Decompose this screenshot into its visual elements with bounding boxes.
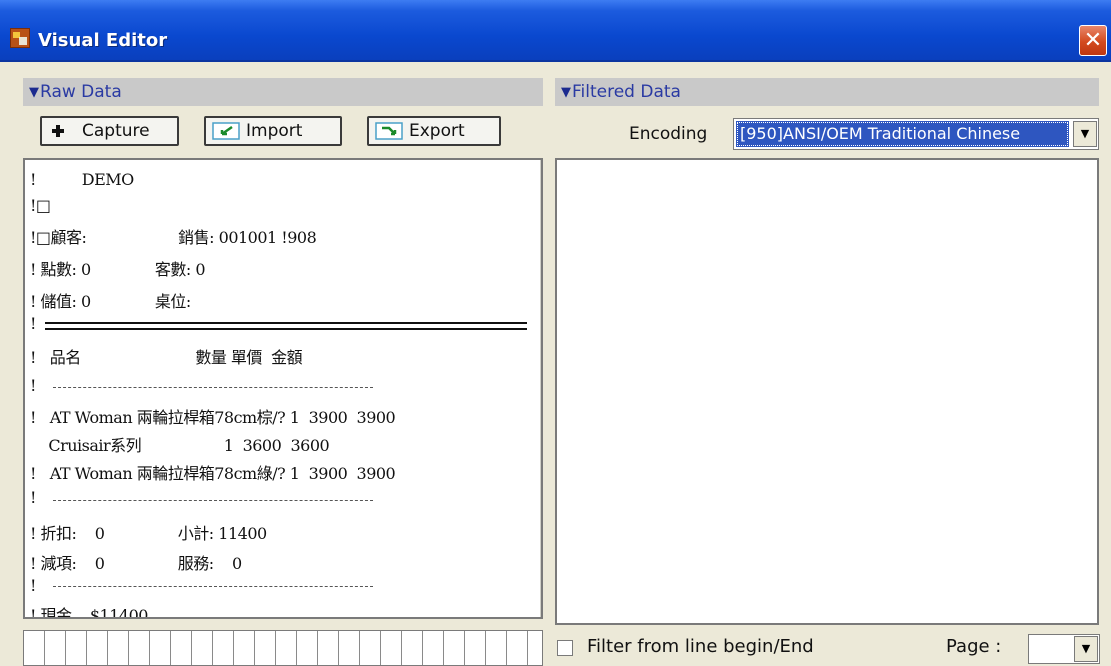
export-button[interactable]: Export <box>367 116 501 146</box>
filtered-data-textarea[interactable] <box>555 158 1099 625</box>
import-arrow-icon <box>212 122 240 140</box>
page-label: Page : <box>946 636 1002 657</box>
collapse-arrow-icon: ▼ <box>561 85 571 100</box>
double-rule-top <box>45 322 527 324</box>
filtered-data-title: Filtered Data <box>572 82 681 102</box>
filtered-data-header[interactable]: ▼Filtered Data <box>555 78 1099 106</box>
raw-line-item: ! AT Woman 兩輪拉桿箱78cm棕/? 1 3900 3900 <box>30 408 396 427</box>
raw-line-demo: ! DEMO <box>30 170 134 189</box>
raw-data-title: Raw Data <box>40 82 122 102</box>
raw-data-header[interactable]: ▼Raw Data <box>23 78 543 106</box>
raw-line: ! <box>30 376 36 395</box>
raw-line-deduction: ! 減項: 0 服務: 0 <box>30 554 242 573</box>
raw-data-textarea[interactable]: ! DEMO !□ !□顧客: 銷售: 001001 !908 ! 點數: 0 … <box>23 158 543 619</box>
encoding-selected-value: [950]ANSI/OEM Traditional Chinese <box>736 121 1069 147</box>
raw-line-item: ! AT Woman 兩輪拉桿箱78cm綠/? 1 3900 3900 <box>30 464 396 483</box>
raw-line-item: Cruisair系列 1 3600 3600 <box>30 436 330 455</box>
capture-label: Capture <box>82 121 150 141</box>
chevron-down-icon[interactable]: ▼ <box>1074 636 1098 662</box>
dashed-divider <box>53 586 373 587</box>
raw-line-discount: ! 折扣: 0 小計: 11400 <box>30 524 267 543</box>
double-rule-bottom <box>45 328 527 330</box>
title-bar[interactable]: Visual Editor ✕ <box>0 0 1111 62</box>
export-arrow-icon <box>375 122 403 140</box>
chevron-down-icon[interactable]: ▼ <box>1073 121 1097 147</box>
dashed-divider <box>53 387 373 388</box>
collapse-arrow-icon: ▼ <box>29 85 39 100</box>
import-button[interactable]: Import <box>204 116 342 146</box>
raw-line-cash: ! 現金 $11400 <box>30 606 148 619</box>
encoding-select[interactable]: [950]ANSI/OEM Traditional Chinese ▼ <box>733 118 1099 150</box>
raw-line-stored-value: ! 儲值: 0 桌位: <box>30 292 191 311</box>
encoding-label: Encoding <box>629 124 708 144</box>
raw-line-points: ! 點數: 0 客數: 0 <box>30 260 206 279</box>
raw-vertical-scrollbar[interactable]: ⌃ ⌄ <box>540 160 541 617</box>
import-label: Import <box>246 121 303 141</box>
app-icon <box>10 28 30 48</box>
dashed-divider <box>53 500 373 501</box>
raw-line: ! <box>30 576 36 595</box>
export-label: Export <box>409 121 465 141</box>
filter-line-checkbox[interactable] <box>557 640 573 656</box>
raw-data-grid-strip[interactable] <box>23 630 543 666</box>
raw-line: ! <box>30 314 36 333</box>
raw-line-column-header: ! 品名 數量 單價 金額 <box>30 348 303 367</box>
close-button[interactable]: ✕ <box>1079 25 1107 56</box>
raw-line: ! <box>30 488 36 507</box>
capture-button[interactable]: Capture <box>40 116 179 146</box>
plus-icon <box>52 125 64 137</box>
filter-line-label: Filter from line begin/End <box>587 636 814 657</box>
raw-line: !□ <box>30 196 51 215</box>
window-title: Visual Editor <box>38 30 168 51</box>
raw-line-customer: !□顧客: 銷售: 001001 !908 <box>30 228 317 247</box>
page-select[interactable]: ▼ <box>1028 634 1100 664</box>
